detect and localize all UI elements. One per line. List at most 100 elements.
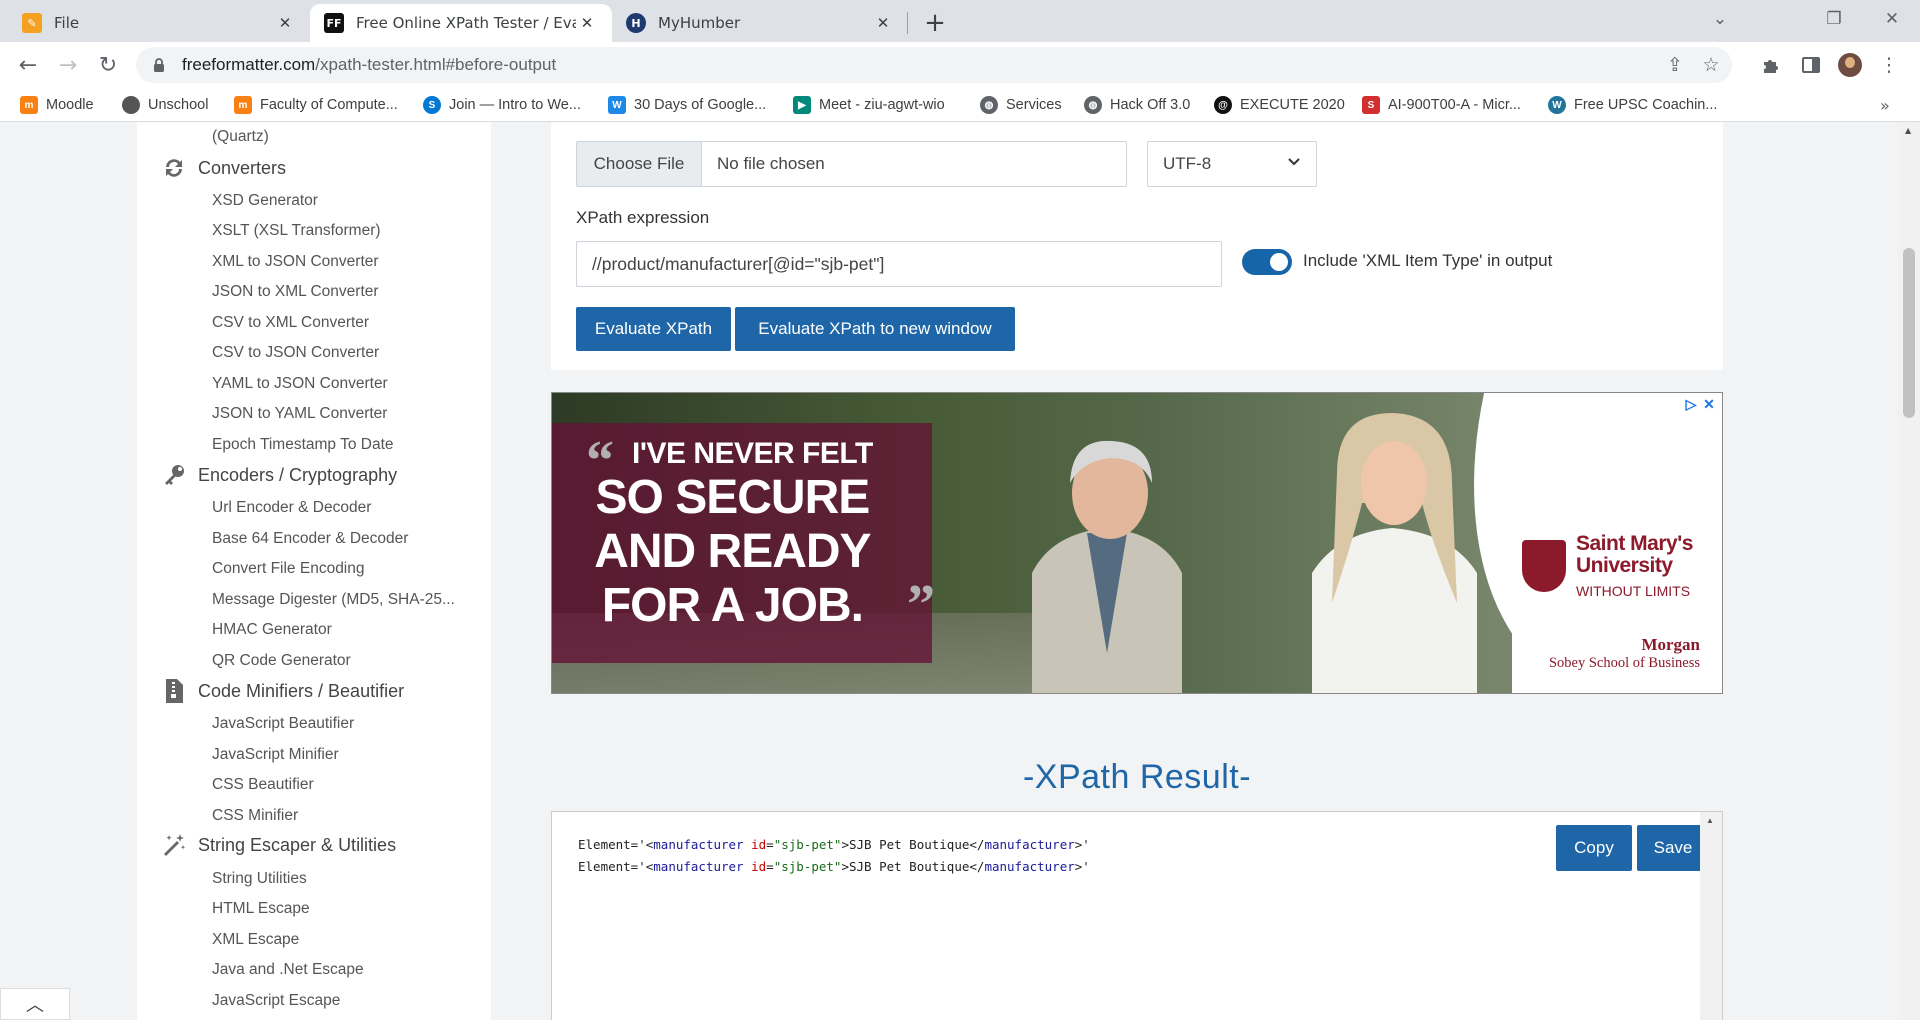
sidebar-item[interactable]: CSS Minifier bbox=[212, 807, 298, 825]
scrollbar-thumb[interactable] bbox=[1903, 248, 1915, 418]
choose-file-button[interactable]: Choose File bbox=[577, 142, 702, 186]
code-text: >SJB Pet Boutique</ bbox=[841, 837, 985, 852]
sidebar-item[interactable]: (Quartz) bbox=[212, 128, 269, 146]
sidebar-item[interactable]: String Utilities bbox=[212, 870, 307, 888]
sidebar-category-converters[interactable]: Converters bbox=[161, 155, 286, 181]
sidebar-item[interactable]: HTML Escape bbox=[212, 900, 310, 918]
address-bar[interactable]: freeformatter.com/xpath-tester.html#befo… bbox=[136, 47, 1732, 83]
advertisement-banner[interactable]: “ I'VE NEVER FELT SO SECURE AND READY FO… bbox=[551, 392, 1723, 694]
sidebar-item[interactable]: JSON to YAML Converter bbox=[212, 405, 387, 423]
encoding-select[interactable]: UTF-8 bbox=[1147, 141, 1317, 187]
ad-choices-icon[interactable]: ▷ bbox=[1682, 395, 1700, 413]
sidebar-item[interactable]: JSON to XML Converter bbox=[212, 283, 379, 301]
bookmark-star-icon[interactable]: ☆ bbox=[1696, 47, 1726, 83]
ad-close-quote: ” bbox=[907, 574, 935, 636]
code-text: >' bbox=[1074, 837, 1090, 852]
restore-icon[interactable]: ❐ bbox=[1806, 0, 1862, 38]
bookmark-meet[interactable]: ▶ Meet - ziu-agwt-wio bbox=[793, 88, 945, 122]
sidebar-item[interactable]: XML to JSON Converter bbox=[212, 253, 379, 271]
copy-button[interactable]: Copy bbox=[1556, 825, 1632, 871]
category-label: String Escaper & Utilities bbox=[198, 834, 397, 855]
tab-myhumber[interactable]: H MyHumber ✕ bbox=[612, 4, 908, 42]
tab-title: File bbox=[54, 14, 80, 32]
moodle-icon: m bbox=[234, 96, 252, 114]
sidebar-item[interactable]: CSV to JSON Converter bbox=[212, 344, 379, 362]
sidebar-item[interactable]: JavaScript Beautifier bbox=[212, 715, 354, 733]
sidebar-item[interactable]: XML Escape bbox=[212, 931, 299, 949]
url-text[interactable]: freeformatter.com/xpath-tester.html#befo… bbox=[182, 55, 556, 75]
bookmark-execute[interactable]: @ EXECUTE 2020 bbox=[1214, 88, 1345, 122]
sidebar-item[interactable]: XSD Generator bbox=[212, 192, 318, 210]
sidebar-item[interactable]: QR Code Generator bbox=[212, 652, 351, 670]
xpath-result-output[interactable]: Element='<manufacturer id="sjb-pet">SJB … bbox=[551, 811, 1723, 1020]
sidebar-category-minifiers[interactable]: Code Minifiers / Beautifier bbox=[161, 678, 404, 704]
tab-title: Free Online XPath Tester / Evalua bbox=[356, 14, 576, 32]
forward-arrow-icon[interactable]: → bbox=[52, 49, 84, 81]
bookmark-label: Free UPSC Coachin... bbox=[1574, 97, 1718, 113]
file-input[interactable]: Choose File No file chosen bbox=[576, 141, 1127, 187]
bookmark-label: Join — Intro to We... bbox=[449, 97, 581, 113]
bookmark-30-days[interactable]: W 30 Days of Google... bbox=[608, 88, 766, 122]
sidebar-item[interactable]: YAML to JSON Converter bbox=[212, 375, 388, 393]
extensions-puzzle-icon[interactable] bbox=[1756, 50, 1786, 80]
close-icon[interactable]: ✕ bbox=[576, 12, 598, 34]
bookmark-moodle[interactable]: m Moodle bbox=[20, 88, 94, 122]
bookmark-join-intro[interactable]: S Join — Intro to We... bbox=[423, 88, 581, 122]
bookmark-faculty[interactable]: m Faculty of Compute... bbox=[234, 88, 398, 122]
ad-close-icon[interactable]: ✕ bbox=[1700, 395, 1718, 413]
chevron-up-icon[interactable]: ︿ bbox=[0, 988, 70, 1020]
sidebar-category-string-utilities[interactable]: String Escaper & Utilities bbox=[161, 832, 396, 858]
window-close-icon[interactable]: ✕ bbox=[1864, 0, 1920, 38]
profile-avatar[interactable] bbox=[1838, 53, 1862, 77]
lock-icon[interactable] bbox=[152, 57, 166, 73]
reload-icon[interactable]: ↻ bbox=[92, 49, 124, 81]
file-zip-icon bbox=[161, 678, 187, 704]
new-tab-button[interactable]: + bbox=[920, 8, 950, 38]
tab-search-chevron-icon[interactable]: ⌄ bbox=[1692, 0, 1748, 38]
sidebar-item[interactable]: JavaScript Escape bbox=[212, 992, 340, 1010]
sidebar-item[interactable]: CSS Beautifier bbox=[212, 776, 314, 794]
ad-controls: ▷ ✕ bbox=[1682, 395, 1718, 413]
evaluate-xpath-button[interactable]: Evaluate XPath bbox=[576, 307, 731, 351]
sidebar-item[interactable]: Url Encoder & Decoder bbox=[212, 499, 371, 517]
xpath-form: Choose File No file chosen UTF-8 XPath e… bbox=[551, 122, 1723, 370]
kebab-menu-icon[interactable]: ⋮ bbox=[1874, 50, 1904, 80]
close-icon[interactable]: ✕ bbox=[872, 12, 894, 34]
bookmark-label: Faculty of Compute... bbox=[260, 97, 398, 113]
sidebar-item[interactable]: JavaScript Minifier bbox=[212, 746, 339, 764]
bookmark-ai900[interactable]: S AI-900T00-A - Micr... bbox=[1362, 88, 1521, 122]
more-bookmarks-icon[interactable]: » bbox=[1880, 88, 1890, 122]
side-panel-icon[interactable] bbox=[1796, 50, 1826, 80]
xpath-expression-input[interactable]: //product/manufacturer[@id="sjb-pet"] bbox=[576, 241, 1222, 287]
sidebar-item[interactable]: Message Digester (MD5, SHA-25... bbox=[212, 591, 455, 609]
bookmark-services[interactable]: ◍ Services bbox=[980, 88, 1062, 122]
include-item-type-toggle[interactable] bbox=[1242, 249, 1292, 275]
result-scrollbar[interactable]: ▲ bbox=[1700, 812, 1722, 1020]
scroll-up-arrow-icon[interactable]: ▲ bbox=[1706, 816, 1714, 825]
sidebar-item[interactable]: Base 64 Encoder & Decoder bbox=[212, 530, 408, 548]
bookmark-hack-off[interactable]: ◍ Hack Off 3.0 bbox=[1084, 88, 1190, 122]
sidebar-item[interactable]: XSLT (XSL Transformer) bbox=[212, 222, 381, 240]
bookmark-upsc[interactable]: W Free UPSC Coachin... bbox=[1548, 88, 1717, 122]
sidebar-item[interactable]: Java and .Net Escape bbox=[212, 961, 364, 979]
evaluate-xpath-new-window-button[interactable]: Evaluate XPath to new window bbox=[735, 307, 1015, 351]
sidebar-item[interactable]: Epoch Timestamp To Date bbox=[212, 436, 394, 454]
sidebar-item[interactable]: CSV to XML Converter bbox=[212, 314, 369, 332]
apple-icon bbox=[122, 96, 140, 114]
sidebar: (Quartz) Converters XSD Generator XSLT (… bbox=[137, 122, 491, 1020]
ad-headline-line: I'VE NEVER FELT bbox=[632, 437, 873, 470]
back-arrow-icon[interactable]: ← bbox=[12, 49, 44, 81]
sidebar-item[interactable]: Convert File Encoding bbox=[212, 560, 365, 578]
bookmark-unschool[interactable]: Unschool bbox=[122, 88, 208, 122]
save-button[interactable]: Save bbox=[1637, 825, 1709, 871]
sidebar-category-encoders[interactable]: Encoders / Cryptography bbox=[161, 462, 397, 488]
page-scrollbar[interactable]: ▲ bbox=[1898, 122, 1920, 1020]
share-icon[interactable]: ⇪ bbox=[1660, 47, 1690, 83]
close-icon[interactable]: ✕ bbox=[274, 12, 296, 34]
sidebar-item[interactable]: HMAC Generator bbox=[212, 621, 332, 639]
ad-photo-older-woman bbox=[1032, 440, 1182, 693]
page-viewport: (Quartz) Converters XSD Generator XSLT (… bbox=[0, 122, 1920, 1020]
tab-xpath-tester[interactable]: FF Free Online XPath Tester / Evalua ✕ bbox=[310, 4, 612, 42]
tab-file[interactable]: ✎ File ✕ bbox=[8, 4, 310, 42]
scroll-up-arrow-icon[interactable]: ▲ bbox=[1905, 126, 1911, 135]
